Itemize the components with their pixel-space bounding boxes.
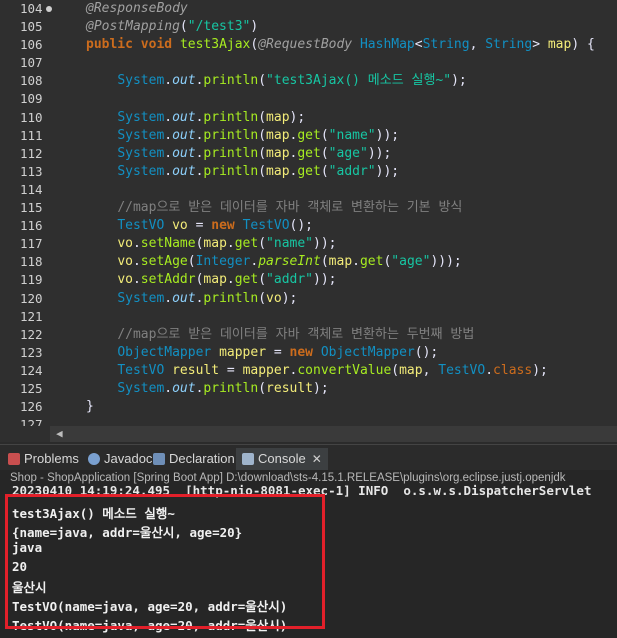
- tab-problems[interactable]: Problems: [8, 448, 79, 470]
- code-text: System.out.println(map.get("age"));: [117, 145, 392, 161]
- line-number: 122: [20, 326, 43, 342]
- line-number: 123: [20, 344, 43, 360]
- line-number: 111: [20, 127, 43, 143]
- line-number: 117: [20, 236, 43, 252]
- line-number: 109: [20, 91, 43, 107]
- code-line[interactable]: 127: [0, 416, 617, 426]
- code-text: //map으로 받은 데이터를 자바 객체로 변환하는 두번째 방법: [117, 326, 475, 342]
- code-line[interactable]: 124 TestVO result = mapper.convertValue(…: [0, 362, 617, 380]
- code-text: TestVO result = mapper.convertValue(map,…: [117, 362, 548, 378]
- line-number: 118: [20, 254, 43, 270]
- line-number: 113: [20, 163, 43, 179]
- line-number: 125: [20, 380, 43, 396]
- code-text: System.out.println(map.get("name"));: [117, 127, 400, 143]
- code-line[interactable]: 117 vo.setName(map.get("name"));: [0, 235, 617, 253]
- code-line[interactable]: 123 ObjectMapper mapper = new ObjectMapp…: [0, 344, 617, 362]
- line-number: 114: [20, 181, 43, 197]
- code-text: System.out.println(vo);: [117, 290, 298, 306]
- code-line[interactable]: 126}: [0, 398, 617, 416]
- code-line[interactable]: 112 System.out.println(map.get("age"));: [0, 145, 617, 163]
- tab-problems-label: Problems: [24, 451, 79, 466]
- line-number: 108: [20, 73, 43, 89]
- line-number: 107: [20, 55, 43, 71]
- code-text: public void test3Ajax(@RequestBody HashM…: [86, 37, 595, 53]
- line-number: 119: [20, 272, 43, 288]
- editor-gutter-bottom: [0, 426, 50, 442]
- ide-window: 104 @ResponseBody 105 @PostMapping("/test3"…: [0, 0, 617, 638]
- code-line[interactable]: 121: [0, 308, 617, 326]
- tab-declaration-label: Declaration: [169, 451, 235, 466]
- code-text: TestVO vo = new TestVO();: [117, 218, 314, 234]
- code-line[interactable]: 105 @PostMapping("/test3"): [0, 18, 617, 36]
- code-text: System.out.println(map);: [117, 109, 306, 125]
- problems-icon: [8, 453, 20, 465]
- tab-declaration[interactable]: Declaration: [153, 448, 235, 470]
- declaration-icon: [153, 453, 165, 465]
- code-line[interactable]: 104 @ResponseBody: [0, 0, 617, 18]
- horizontal-scrollbar[interactable]: ◀: [50, 426, 617, 442]
- highlight-box: [5, 494, 325, 629]
- code-line[interactable]: 111 System.out.println(map.get("name"));: [0, 127, 617, 145]
- code-line[interactable]: 110 System.out.println(map);: [0, 109, 617, 127]
- panel-tab-bar: Problems Javadoc Declaration Console ✕: [0, 444, 617, 471]
- code-text: ObjectMapper mapper = new ObjectMapper()…: [117, 344, 439, 360]
- code-line[interactable]: 125 System.out.println(result);: [0, 380, 617, 398]
- code-line[interactable]: 109: [0, 90, 617, 108]
- code-text: vo.setAddr(map.get("addr"));: [117, 272, 337, 288]
- javadoc-icon: [88, 453, 100, 465]
- line-number: 116: [20, 218, 43, 234]
- code-text: //map으로 받은 데이터를 자바 객체로 변환하는 기본 방식: [117, 200, 463, 216]
- code-editor[interactable]: 104 @ResponseBody 105 @PostMapping("/test3"…: [0, 0, 617, 426]
- line-number: 126: [20, 399, 43, 415]
- tab-javadoc-label: Javadoc: [104, 451, 153, 466]
- tab-console[interactable]: Console ✕: [236, 448, 328, 470]
- line-number: 120: [20, 290, 43, 306]
- code-text: @ResponseBody: [86, 1, 188, 16]
- console-icon: [242, 453, 254, 465]
- code-line[interactable]: 116 TestVO vo = new TestVO();: [0, 217, 617, 235]
- close-icon[interactable]: ✕: [312, 448, 322, 470]
- code-line[interactable]: 122 //map으로 받은 데이터를 자바 객체로 변환하는 두번째 방법: [0, 326, 617, 344]
- line-number: 110: [20, 109, 43, 125]
- code-text: @PostMapping("/test3"): [86, 19, 259, 35]
- scroll-left-icon[interactable]: ◀: [56, 427, 63, 440]
- line-number: 121: [20, 308, 43, 324]
- code-line[interactable]: 113 System.out.println(map.get("addr"));: [0, 163, 617, 181]
- code-text: }: [86, 399, 94, 415]
- code-line[interactable]: 118 vo.setAge(Integer.parseInt(map.get("…: [0, 253, 617, 271]
- tab-javadoc[interactable]: Javadoc: [88, 448, 152, 470]
- fold-icon[interactable]: [46, 6, 52, 12]
- tab-console-label: Console: [258, 451, 306, 466]
- code-text: vo.setAge(Integer.parseInt(map.get("age"…: [117, 254, 462, 270]
- code-line[interactable]: 120 System.out.println(vo);: [0, 290, 617, 308]
- code-line[interactable]: 119 vo.setAddr(map.get("addr"));: [0, 271, 617, 289]
- line-number: 127: [20, 417, 43, 426]
- line-number: 115: [20, 200, 43, 216]
- line-number: 106: [20, 37, 43, 53]
- line-number: 105: [20, 19, 43, 35]
- code-line[interactable]: 106 public void test3Ajax(@RequestBody Ha…: [0, 36, 617, 54]
- code-text: System.out.println(map.get("addr"));: [117, 163, 400, 179]
- line-number: 124: [20, 362, 43, 378]
- code-text: System.out.println(result);: [117, 380, 329, 396]
- code-line[interactable]: 108 System.out.println("test3Ajax() 메소드 …: [0, 72, 617, 90]
- code-text: vo.setName(map.get("name"));: [117, 236, 337, 252]
- code-line[interactable]: 114: [0, 181, 617, 199]
- code-line[interactable]: 107: [0, 54, 617, 72]
- line-number: 112: [20, 145, 43, 161]
- code-line[interactable]: 115 //map으로 받은 데이터를 자바 객체로 변환하는 기본 방식: [0, 199, 617, 217]
- code-text: System.out.println("test3Ajax() 메소드 실행~"…: [117, 73, 467, 89]
